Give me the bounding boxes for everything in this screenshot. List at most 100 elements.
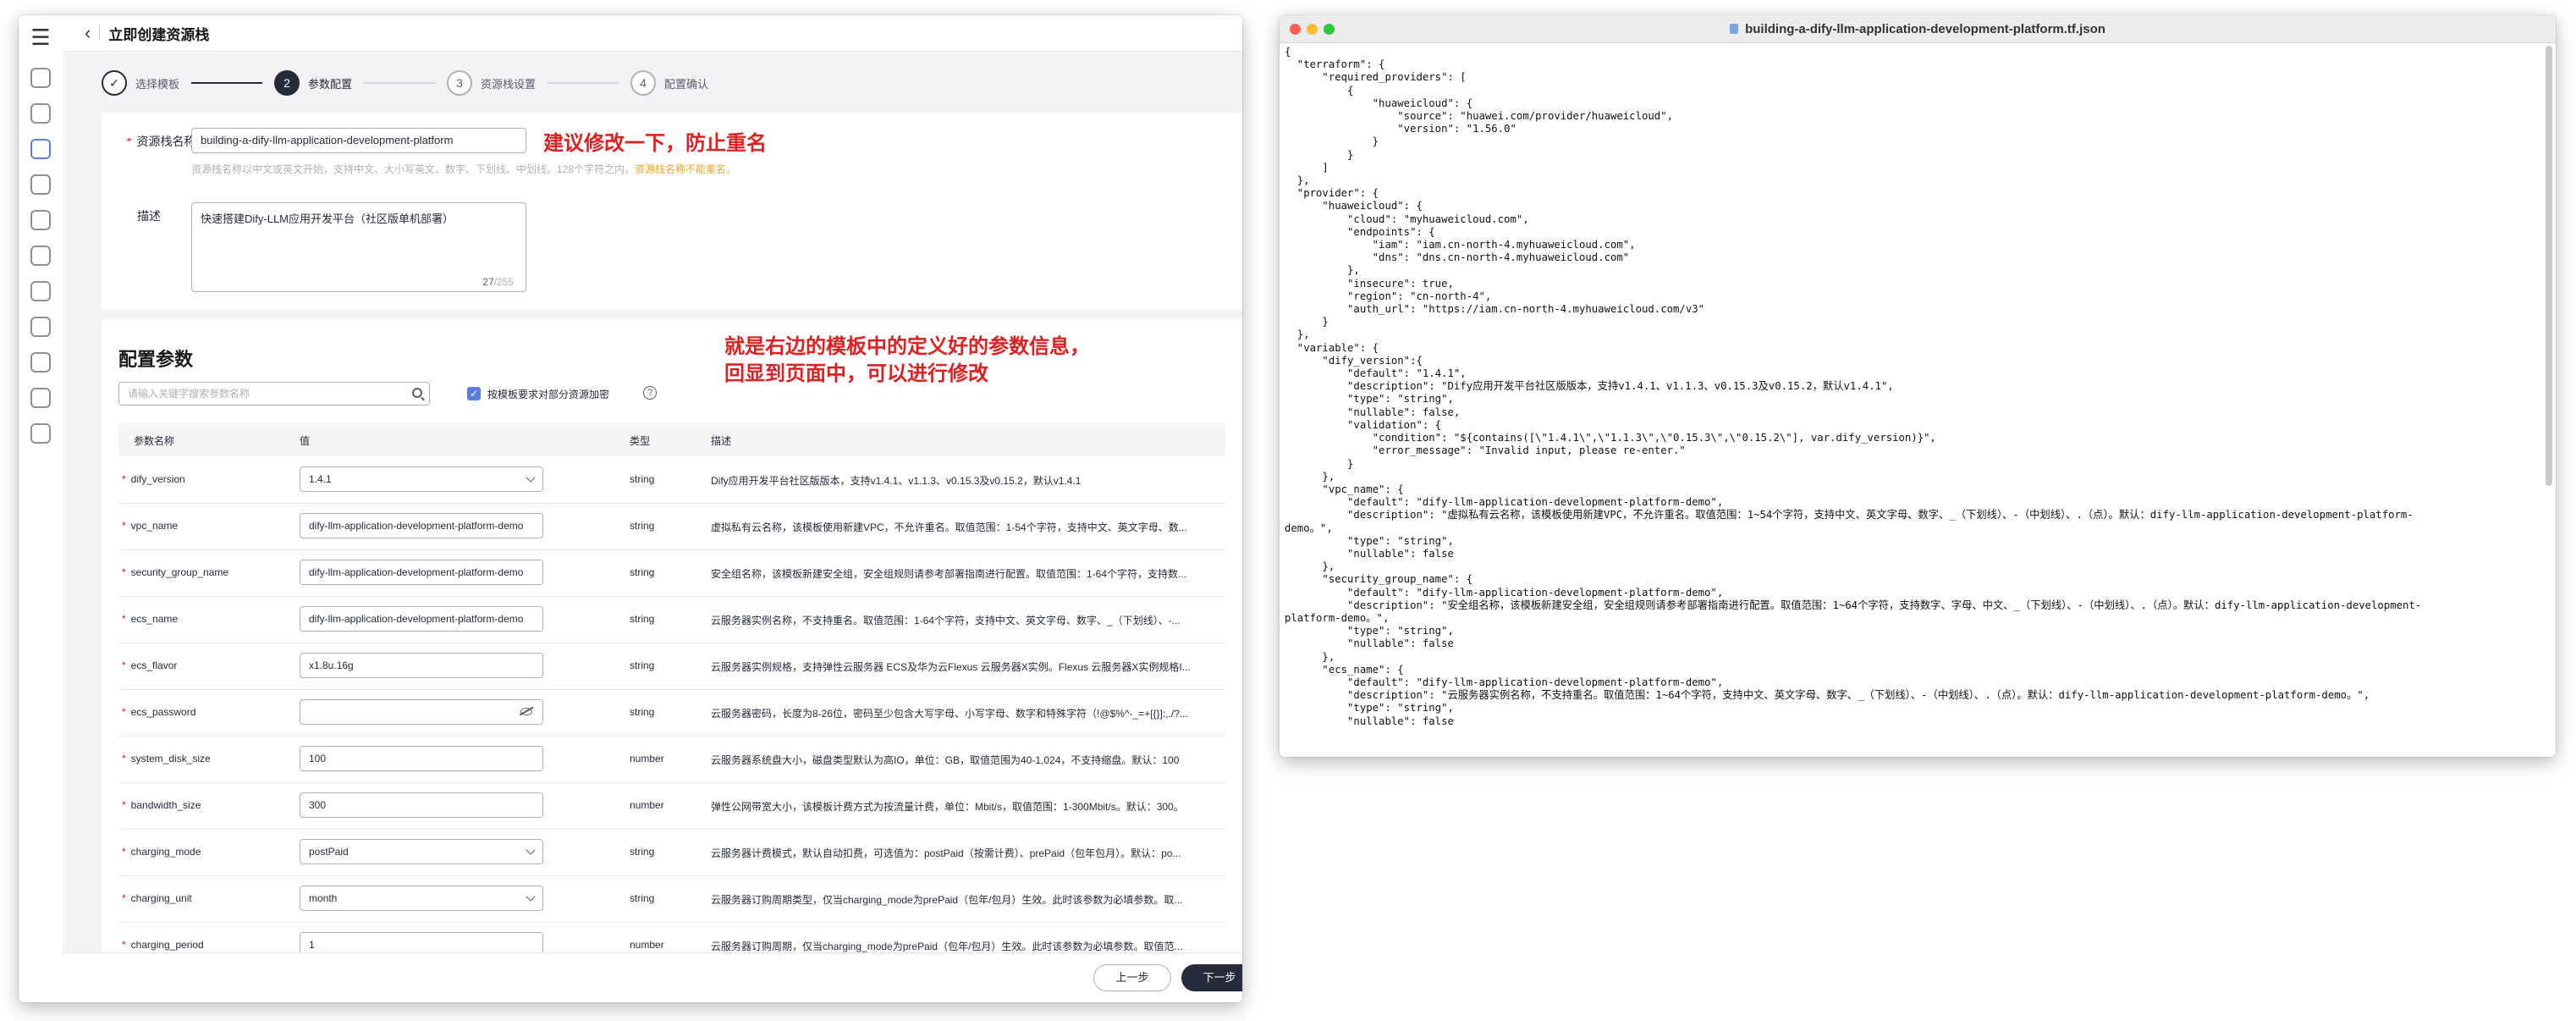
param-row-ecs-flavor: * ecs_flavor x1.8u.16g string 云服务器实例规格，支持弹性云… — [118, 643, 1225, 690]
param-type: number — [630, 799, 664, 811]
param-row-ecs-name: * ecs_name dify-llm-application-developmen… — [118, 596, 1225, 643]
param-name: * dify_version — [122, 473, 185, 485]
stack-name-input[interactable]: building-a-dify-llm-application-developm… — [191, 128, 526, 153]
param-name: * system_disk_size — [122, 753, 211, 764]
vertical-scrollbar[interactable] — [2546, 46, 2552, 486]
param-value-input[interactable]: dify-llm-application-development-platfor… — [300, 513, 543, 538]
param-value-input[interactable]: 100 — [300, 746, 543, 771]
param-type: string — [630, 892, 655, 904]
chevron-down-icon[interactable] — [526, 472, 536, 483]
help-icon[interactable]: ? — [643, 386, 657, 400]
service-icon-1[interactable] — [30, 68, 51, 88]
config-params-card: 配置参数 就是右边的模板中的定义好的参数信息， 回显到页面中，可以进行修改 请输… — [102, 319, 1242, 963]
param-name: * charging_period — [122, 939, 204, 951]
param-value-input[interactable]: dify-llm-application-development-platfor… — [300, 606, 543, 632]
service-icon-5[interactable] — [30, 210, 51, 230]
step-2-label: 参数配置 — [308, 77, 353, 91]
menu-icon[interactable]: ☰ — [29, 25, 52, 50]
param-row-security-group-name: * security_group_name dify-llm-application… — [118, 549, 1225, 597]
step-4: 4 配置确认 — [630, 70, 708, 96]
param-description: 云服务器订购周期类型，仅当charging_mode为prePaid（包年/包月… — [711, 894, 1183, 906]
json-code-content[interactable]: { "terraform": { "required_providers": [… — [1285, 46, 2539, 757]
param-description: 安全组名称，该模板新建安全组，安全组规则请参考部署指南进行配置。取值范围：1-6… — [711, 568, 1187, 580]
service-icon-2[interactable] — [30, 103, 51, 124]
prev-step-button[interactable]: 上一步 — [1093, 964, 1171, 991]
param-value-input[interactable]: x1.8u.16g — [300, 653, 543, 678]
chevron-down-icon[interactable] — [526, 845, 536, 855]
col-header-desc: 描述 — [711, 435, 732, 447]
param-type: string — [630, 473, 655, 485]
step-3-number: 3 — [447, 70, 473, 96]
next-step-button[interactable]: 下一步 — [1181, 964, 1242, 991]
params-table-header: 参数名称 值 类型 描述 — [118, 422, 1225, 456]
param-row-ecs-password: * ecs_password string 云服务器密码，长度为8-26位，密码至少包… — [118, 689, 1225, 737]
param-name: * charging_mode — [122, 846, 201, 858]
step-2: 2 参数配置 — [274, 70, 447, 96]
param-row-dify-version: * dify_version 1.4.1 string Dify应用开发平台社区版版本，… — [118, 456, 1225, 504]
eye-off-icon[interactable] — [520, 708, 532, 715]
param-description: 虚拟私有云名称，该模板使用新建VPC，不允许重名。取值范围：1-54个字符，支持… — [711, 522, 1187, 533]
param-description: 云服务器密码，长度为8-26位，密码至少包含大写字母、小写字母、数字和特殊字符（… — [711, 708, 1188, 720]
param-search-input[interactable]: 请输入关键字搜索参数名称 — [118, 382, 430, 406]
back-icon[interactable]: ‹ — [85, 22, 91, 44]
param-value-input[interactable]: dify-llm-application-development-platfor… — [300, 560, 543, 585]
stack-name-label: * 资源栈名称 — [127, 135, 196, 148]
check-icon: ✓ — [102, 70, 127, 96]
step-indicator: ✓ 选择模板 2 参数配置 3 资源栈设置 4 配置确认 — [102, 69, 708, 97]
console-sidebar: ☰ — [19, 15, 63, 1002]
page-title: 立即创建资源栈 — [108, 26, 210, 43]
step-connector — [548, 82, 619, 84]
param-name: * ecs_flavor — [122, 660, 178, 671]
footer-bar: 上一步 下一步 — [63, 952, 1242, 1002]
window-title: building-a-dify-llm-application-developm… — [1280, 22, 2556, 36]
page-body: ✓ 选择模板 2 参数配置 3 资源栈设置 4 配置确认 * 资源栈名称 buil — [63, 52, 1242, 1002]
description-textarea[interactable]: 快速搭建Dify-LLM应用开发平台（社区版单机部署） 27/255 — [191, 202, 526, 292]
param-name: * bandwidth_size — [122, 799, 201, 811]
json-file-icon — [1730, 24, 1739, 34]
search-icon[interactable] — [412, 388, 422, 398]
param-type: string — [630, 706, 655, 718]
param-value-input[interactable]: postPaid — [300, 839, 543, 864]
step-connector — [364, 82, 436, 84]
param-description: Dify应用开发平台社区版版本，支持v1.4.1、v1.1.3、v0.15.3及… — [711, 475, 1082, 487]
step-3: 3 资源栈设置 — [447, 70, 630, 96]
service-icon-8[interactable] — [30, 317, 51, 337]
header-divider — [99, 25, 101, 41]
stack-name-hint: 资源栈名称以中文或英文开始，支持中文、大小写英文、数字、下划线、中划线。128个… — [191, 163, 737, 175]
param-row-charging-unit: * charging_unit month string 云服务器订购周期类型，仅当ch… — [118, 875, 1225, 923]
param-name: * security_group_name — [122, 566, 229, 578]
description-label: 描述 — [137, 209, 161, 223]
param-value-input[interactable]: 1.4.1 — [300, 466, 543, 492]
param-type: string — [630, 566, 655, 578]
page-header: ‹ 立即创建资源栈 — [63, 15, 1242, 52]
param-row-system-disk-size: * system_disk_size 100 number 云服务器系统盘大小，磁盘类型… — [118, 736, 1225, 783]
chevron-down-icon[interactable] — [526, 891, 536, 902]
description-text: 快速搭建Dify-LLM应用开发平台（社区版单机部署） — [201, 212, 454, 225]
service-icon-10[interactable] — [30, 388, 51, 408]
stack-creation-window: ☰ ‹ 立即创建资源栈 ✓ 选择模板 2 参数配置 3 资源栈设置 4 配置确认… — [19, 15, 1242, 1002]
step-2-number: 2 — [274, 70, 300, 96]
param-description: 云服务器计费模式，默认自动扣费，可选值为：postPaid（按需计费）、preP… — [711, 847, 1181, 859]
param-name: * ecs_name — [122, 613, 179, 625]
service-icon-7[interactable] — [30, 281, 51, 301]
encrypt-checkbox[interactable]: ✓ — [467, 387, 481, 400]
param-value-input[interactable] — [300, 699, 543, 725]
param-description: 弹性公网带宽大小，该模板计费方式为按流量计费，单位：Mbit/s，取值范围：1-… — [711, 801, 1184, 813]
service-icon-9[interactable] — [30, 352, 51, 373]
service-icon-11[interactable] — [30, 423, 51, 444]
param-row-vpc-name: * vpc_name dify-llm-application-developmen… — [118, 503, 1225, 550]
config-section-title: 配置参数 — [118, 349, 194, 370]
step-1-label: 选择模板 — [135, 77, 180, 91]
service-icon-rfs[interactable] — [30, 139, 51, 159]
annotation-rename-note: 建议修改一下，防止重名 — [543, 131, 767, 155]
code-editor-window: building-a-dify-llm-application-developm… — [1280, 15, 2556, 757]
col-header-value: 值 — [300, 435, 311, 447]
param-value-input[interactable]: 300 — [300, 792, 543, 818]
param-name: * vpc_name — [122, 520, 179, 532]
param-value-input[interactable]: month — [300, 886, 543, 911]
service-icon-4[interactable] — [30, 174, 51, 195]
service-icon-6[interactable] — [30, 246, 51, 266]
param-type: number — [630, 753, 664, 764]
param-name: * ecs_password — [122, 706, 196, 718]
step-connector — [191, 82, 263, 84]
